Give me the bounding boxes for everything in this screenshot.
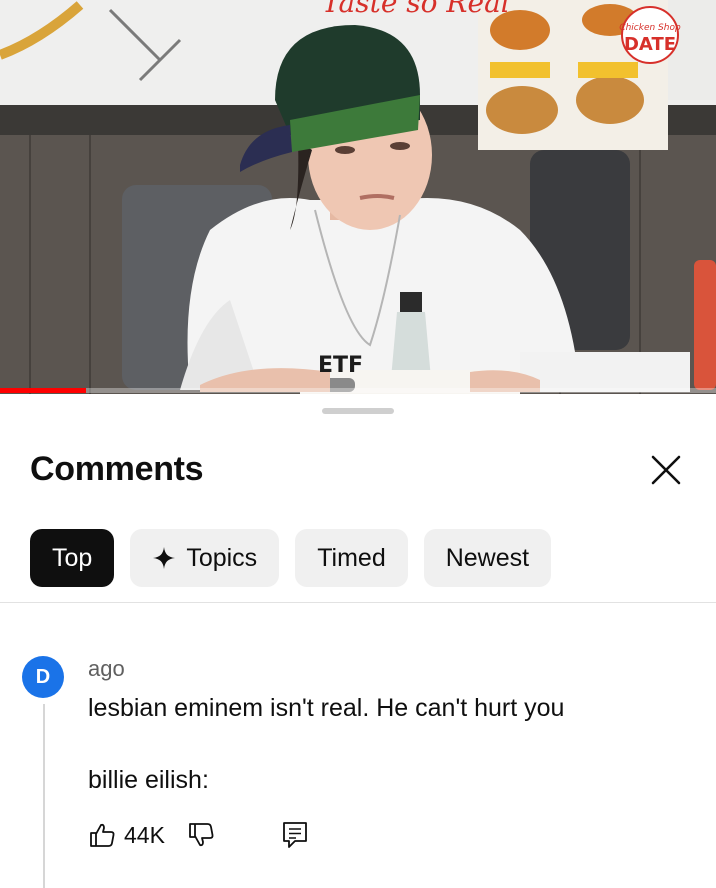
like-button[interactable]: 44K <box>88 821 165 849</box>
video-player[interactable]: ETF Taste so Real Chicken Shop DATE <box>0 0 716 394</box>
close-icon <box>651 455 681 485</box>
like-count: 44K <box>124 821 165 848</box>
drag-handle[interactable] <box>322 408 394 414</box>
filter-chip-topics[interactable]: Topics <box>130 529 280 587</box>
video-progress-fill <box>0 388 86 393</box>
video-frame: ETF Taste so Real Chicken Shop DATE <box>0 0 716 394</box>
filter-chip-top[interactable]: Top <box>30 529 115 587</box>
svg-text:DATE: DATE <box>624 34 676 55</box>
comment-text: lesbian eminem isn't real. He can't hurt… <box>88 694 565 794</box>
comments-sheet: Comments Top Topics Timed Newest D ago l… <box>0 394 716 888</box>
svg-text:ETF: ETF <box>318 353 363 378</box>
comment-item: D ago lesbian eminem isn't real. He can'… <box>0 634 716 888</box>
filter-chip-label: Timed <box>317 543 386 572</box>
avatar[interactable]: D <box>22 656 64 698</box>
video-progress-bar[interactable] <box>0 388 716 393</box>
filter-chip-label: Top <box>52 543 93 572</box>
sparkle-icon <box>153 547 176 569</box>
svg-text:Chicken Shop: Chicken Shop <box>619 23 681 33</box>
reply-button[interactable] <box>281 820 309 850</box>
close-button[interactable] <box>646 450 686 490</box>
reply-icon <box>283 822 307 848</box>
thumbs-down-icon <box>189 823 214 847</box>
filter-chip-newest[interactable]: Newest <box>423 529 552 587</box>
comment-meta: ago <box>88 656 125 682</box>
avatar-letter: D <box>35 665 51 688</box>
filter-chip-label: Newest <box>445 543 530 572</box>
thumbs-up-icon <box>90 823 115 847</box>
comment-actions: 44K <box>88 820 309 850</box>
comments-title: Comments <box>30 450 204 488</box>
dislike-button[interactable] <box>187 821 215 849</box>
filter-chip-label: Topics <box>186 543 258 572</box>
thread-line <box>43 704 45 888</box>
divider <box>0 602 716 603</box>
svg-text:Taste so Real: Taste so Real <box>322 0 510 19</box>
filter-chip-timed[interactable]: Timed <box>295 529 408 587</box>
comment-filter-chips: Top Topics Timed Newest <box>30 529 552 587</box>
comment-time: ago <box>88 656 125 681</box>
